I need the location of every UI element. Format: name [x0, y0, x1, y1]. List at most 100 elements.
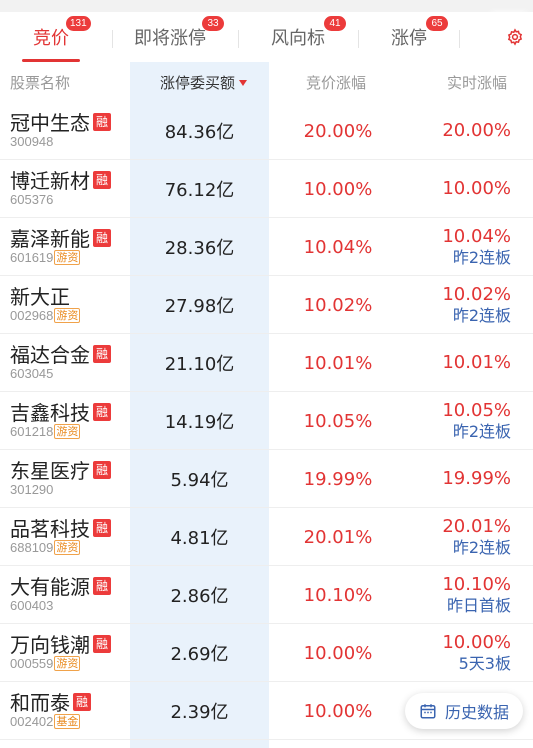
bid-change: 10.00%	[303, 178, 373, 200]
table-row[interactable]: 万向钱潮融 000559 游资 2.69亿 10.00% 10.00% 5天3板	[0, 624, 533, 682]
stock-code-cell: 688109 游资	[10, 540, 81, 555]
stock-name: 万向钱潮	[10, 633, 90, 657]
limit-up-buy-amount: 14.19亿	[164, 412, 235, 433]
realtime-change-cell: 10.02% 昨2连板	[442, 276, 511, 334]
realtime-change-cell: 20.01% 昨2连板	[442, 508, 511, 566]
stock-code-cell: 000559 游资	[10, 656, 81, 671]
limit-up-buy-amount: 4.81亿	[170, 528, 229, 549]
stock-code: 000559	[10, 656, 54, 671]
stock-tag-badge: 基金	[54, 714, 81, 729]
stock-tag-badge: 游资	[54, 250, 81, 265]
margin-trading-badge: 融	[93, 112, 111, 131]
stock-name: 大有能源	[10, 575, 90, 599]
bid-change: 20.00%	[303, 120, 373, 142]
table-row[interactable]: 博迁新材融 605376 76.12亿 10.00% 10.00%	[0, 160, 533, 218]
stock-name: 和而泰	[10, 691, 70, 715]
stock-code-cell: 600403	[10, 598, 53, 613]
table-row[interactable]: 吉鑫科技融 601218 游资 14.19亿 10.05% 10.05% 昨2连板	[0, 392, 533, 450]
stock-code-cell: 002968 游资	[10, 308, 81, 323]
limit-up-buy-amount: 27.98亿	[164, 296, 235, 317]
stock-code: 002968	[10, 308, 54, 323]
limit-up-buy-amount: 5.94亿	[170, 470, 229, 491]
table-row[interactable]: 福达合金融 603045 21.10亿 10.01% 10.01%	[0, 334, 533, 392]
table-row[interactable]: 新大正 002968 游资 27.98亿 10.02% 10.02% 昨2连板	[0, 276, 533, 334]
bid-change: 10.10%	[303, 584, 373, 606]
stock-name: 嘉泽新能	[10, 227, 90, 251]
tab-label: 涨停	[391, 28, 427, 49]
table-row[interactable]: 大有能源融 600403 2.86亿 10.10% 10.10% 昨日首板	[0, 566, 533, 624]
table-row[interactable]: 嘉泽新能融 601619 游资 28.36亿 10.04% 10.04% 昨2连板	[0, 218, 533, 276]
realtime-change-cell: 10.00%	[442, 160, 511, 218]
stock-name: 冠中生态	[10, 111, 90, 135]
column-header-realtime-change[interactable]: 实时涨幅	[447, 62, 507, 102]
table-row[interactable]: 冠中生态融 300948 84.36亿 20.00% 20.00%	[0, 102, 533, 160]
stock-code: 603045	[10, 366, 54, 381]
margin-trading-badge: 融	[93, 344, 111, 363]
column-header-bid-change[interactable]: 竞价涨幅	[306, 62, 366, 102]
table-row[interactable]: 东星医疗融 301290 5.94亿 19.99% 19.99%	[0, 450, 533, 508]
realtime-change: 10.10%	[442, 574, 511, 595]
stock-name: 博迁新材	[10, 169, 90, 193]
tab-divider	[238, 30, 239, 48]
tab-about-to-limit-up[interactable]: 即将涨停 33	[130, 12, 224, 62]
stock-name-cell: 大有能源融	[10, 571, 111, 600]
stock-code: 688109	[10, 540, 54, 555]
realtime-change: 10.05%	[442, 400, 511, 421]
stock-name: 东星医疗	[10, 459, 90, 483]
consecutive-board-label: 5天3板	[458, 654, 511, 673]
stock-name-cell: 和而泰融	[10, 687, 91, 716]
stock-code: 601218	[10, 424, 54, 439]
history-data-button[interactable]: 历史数据	[405, 693, 523, 729]
gear-icon	[507, 28, 523, 46]
consecutive-board-label: 昨2连板	[452, 248, 511, 267]
stock-name-cell: 冠中生态融	[10, 107, 111, 136]
stock-name-cell: 万向钱潮融	[10, 629, 111, 658]
tab-divider	[459, 30, 460, 48]
column-header-name[interactable]: 股票名称	[10, 62, 70, 102]
bid-change: 10.05%	[303, 410, 373, 432]
tab-badge: 41	[324, 16, 346, 31]
realtime-change: 20.01%	[442, 516, 511, 537]
table-header: 股票名称 涨停委买额 竞价涨幅 实时涨幅	[0, 62, 533, 102]
margin-trading-badge: 融	[93, 634, 111, 653]
realtime-change: 10.00%	[442, 178, 511, 199]
stock-code: 605376	[10, 192, 54, 207]
stock-code-cell: 300948	[10, 134, 53, 149]
realtime-change-cell: 10.05% 昨2连板	[442, 392, 511, 450]
consecutive-board-label: 昨日首板	[446, 596, 511, 615]
stock-name: 品茗科技	[10, 517, 90, 541]
tab-label: 竞价	[33, 28, 69, 49]
stock-code-cell: 301290	[10, 482, 53, 497]
realtime-change-cell: 10.10% 昨日首板	[442, 566, 511, 624]
stock-code: 002402	[10, 714, 54, 729]
limit-up-buy-amount: 76.12亿	[164, 180, 235, 201]
tab-bar: 竞价 131 即将涨停 33 风向标 41 涨停 65	[0, 12, 533, 62]
bid-change: 10.02%	[303, 294, 373, 316]
tab-wind-vane[interactable]: 风向标 41	[266, 12, 346, 62]
stock-name: 吉鑫科技	[10, 401, 90, 425]
tab-bidding[interactable]: 竞价 131	[22, 12, 91, 62]
stock-name-cell: 吉鑫科技融	[10, 397, 111, 426]
limit-up-buy-amount: 21.10亿	[164, 354, 235, 375]
column-header-amount[interactable]: 涨停委买额	[160, 62, 248, 102]
tab-badge: 33	[202, 16, 224, 31]
stock-tag-badge: 游资	[54, 424, 81, 439]
stock-code: 300948	[10, 134, 54, 149]
stock-code-cell: 605376	[10, 192, 53, 207]
stock-name: 新大正	[10, 285, 70, 309]
top-strip	[0, 0, 533, 12]
tab-label: 风向标	[271, 28, 325, 49]
stock-name-cell: 品茗科技融	[10, 513, 111, 542]
tab-badge: 131	[66, 16, 91, 31]
stock-code: 600403	[10, 598, 54, 613]
realtime-change: 19.99%	[442, 468, 511, 489]
realtime-change: 20.00%	[442, 120, 511, 141]
limit-up-buy-amount: 2.69亿	[170, 644, 229, 665]
margin-trading-badge: 融	[93, 228, 111, 247]
tab-limit-up[interactable]: 涨停 65	[386, 12, 448, 62]
realtime-change-cell: 10.00% 5天3板	[442, 624, 511, 682]
bid-change: 20.01%	[303, 526, 373, 548]
settings-button[interactable]	[497, 12, 533, 62]
table-row[interactable]: 品茗科技融 688109 游资 4.81亿 20.01% 20.01% 昨2连板	[0, 508, 533, 566]
margin-trading-badge: 融	[93, 576, 111, 595]
